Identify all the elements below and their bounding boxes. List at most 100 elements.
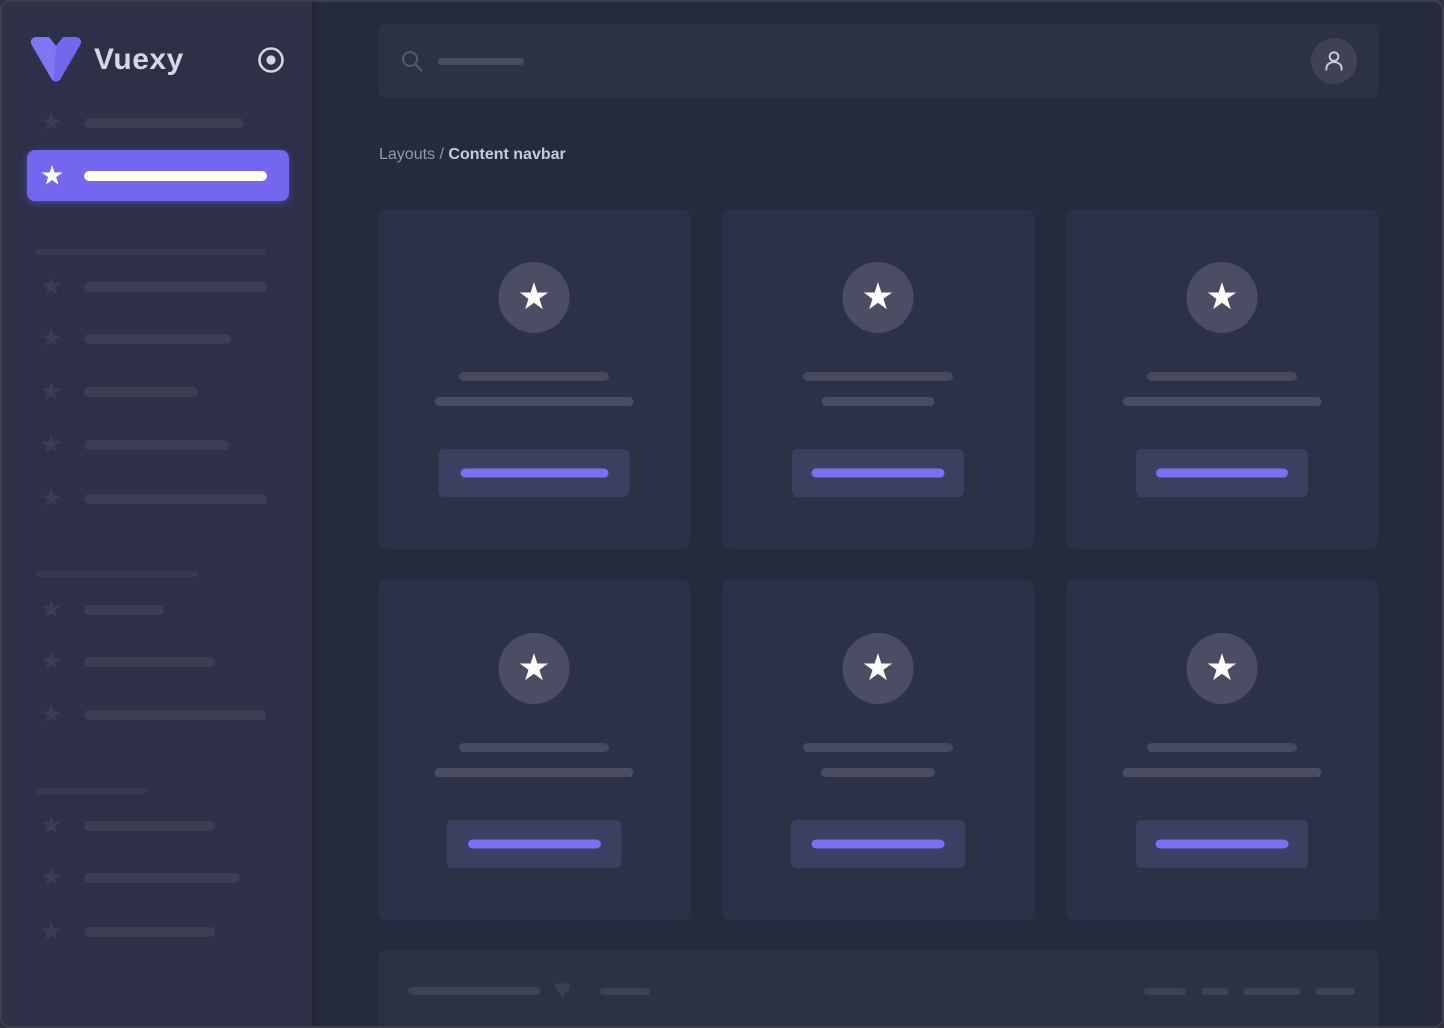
card-text-skeleton <box>1123 768 1322 777</box>
card-action-button[interactable] <box>1136 820 1308 868</box>
sidebar-item-active[interactable]: ★ <box>27 150 289 201</box>
star-icon: ★ <box>40 920 62 945</box>
card-action-button[interactable] <box>792 449 964 497</box>
sidebar-item-label-skeleton <box>84 605 164 615</box>
demo-card: ★ <box>722 580 1034 920</box>
sidebar-item[interactable]: ★ <box>2 648 312 676</box>
star-icon: ★ <box>40 598 62 623</box>
card-avatar: ★ <box>1187 633 1258 704</box>
person-icon <box>1321 48 1347 74</box>
footer-text-skeleton <box>408 987 540 995</box>
app-window: Vuexy ★ ★ ★ ★ ★ ★ <box>0 0 1444 1028</box>
demo-card: ★ <box>722 209 1034 549</box>
sidebar-item[interactable]: ★ <box>2 325 312 353</box>
heart-icon: ♥ <box>554 976 571 1005</box>
sidebar-item-label-skeleton <box>84 282 267 292</box>
footer-link-skeleton <box>1243 988 1300 995</box>
star-icon: ★ <box>40 650 62 675</box>
star-icon: ★ <box>517 278 550 315</box>
button-label-skeleton <box>468 840 601 849</box>
sidebar-item-label-skeleton <box>84 171 267 181</box>
sidebar-item-label-skeleton <box>84 387 198 397</box>
star-icon: ★ <box>861 278 894 315</box>
star-icon: ★ <box>40 703 62 728</box>
card-text-skeleton <box>822 397 935 406</box>
sidebar-item-label-skeleton <box>84 118 244 128</box>
breadcrumb: Layouts / Content navbar <box>379 146 566 164</box>
breadcrumb-parent-link[interactable]: Layouts <box>379 146 435 163</box>
star-icon: ★ <box>40 866 62 891</box>
card-title-skeleton <box>803 743 953 752</box>
card-action-button[interactable] <box>1136 449 1308 497</box>
card-avatar: ★ <box>499 633 570 704</box>
star-icon: ★ <box>40 814 62 839</box>
sidebar-item[interactable]: ★ <box>2 485 312 513</box>
star-icon: ★ <box>40 111 62 136</box>
card-action-button[interactable] <box>439 449 630 497</box>
card-title-skeleton <box>803 372 953 381</box>
footer-link-skeleton <box>1144 988 1186 995</box>
star-icon: ★ <box>40 380 62 405</box>
card-action-button[interactable] <box>791 820 965 868</box>
footer-text-skeleton <box>600 988 650 995</box>
star-icon: ★ <box>40 327 62 352</box>
card-text-skeleton <box>435 397 634 406</box>
search-input[interactable] <box>378 24 978 98</box>
sidebar-item[interactable]: ★ <box>2 918 312 946</box>
sidebar-item-label-skeleton <box>84 873 240 883</box>
sidebar-item-label-skeleton <box>84 657 215 667</box>
footer-link-skeleton <box>1201 988 1229 995</box>
footer-link-skeleton <box>1316 988 1355 995</box>
footer-bar: ♥ <box>378 950 1378 1028</box>
breadcrumb-separator: / <box>435 146 448 163</box>
sidebar-item-label-skeleton <box>84 821 215 831</box>
card-avatar: ★ <box>499 262 570 333</box>
sidebar-item[interactable]: ★ <box>2 596 312 624</box>
sidebar-item-label-skeleton <box>84 334 231 344</box>
sidebar: Vuexy ★ ★ ★ ★ ★ ★ <box>2 2 312 1026</box>
star-icon: ★ <box>517 649 550 686</box>
star-icon: ★ <box>40 162 64 189</box>
search-placeholder-skeleton <box>438 58 524 65</box>
logo-link[interactable]: Vuexy <box>30 34 184 86</box>
breadcrumb-current: Content navbar <box>448 146 565 163</box>
star-icon: ★ <box>40 433 62 458</box>
sidebar-item[interactable]: ★ <box>2 109 312 137</box>
card-title-skeleton <box>459 372 609 381</box>
star-icon: ★ <box>1205 278 1238 315</box>
card-avatar: ★ <box>843 633 914 704</box>
card-title-skeleton <box>1147 372 1297 381</box>
card-action-button[interactable] <box>447 820 622 868</box>
sidebar-item[interactable]: ★ <box>2 701 312 729</box>
sidebar-item[interactable]: ★ <box>2 812 312 840</box>
sidebar-item[interactable]: ★ <box>2 273 312 301</box>
sidebar-item[interactable]: ★ <box>2 431 312 459</box>
demo-card: ★ <box>378 580 690 920</box>
sidebar-section-heading-skeleton <box>35 788 147 794</box>
card-text-skeleton <box>821 768 935 777</box>
radio-circle-icon[interactable] <box>256 45 286 75</box>
button-label-skeleton <box>812 840 945 849</box>
top-navbar <box>378 24 1378 98</box>
sidebar-item-label-skeleton <box>84 440 229 450</box>
main-content: Layouts / Content navbar ★ ★ ★ <box>312 2 1444 1026</box>
sidebar-section-heading-skeleton <box>35 249 266 255</box>
demo-card: ★ <box>1066 209 1378 549</box>
card-avatar: ★ <box>1187 262 1258 333</box>
sidebar-item-label-skeleton <box>84 494 267 504</box>
sidebar-item[interactable]: ★ <box>2 864 312 892</box>
card-title-skeleton <box>459 743 609 752</box>
sidebar-section-heading-skeleton <box>35 571 198 577</box>
sidebar-item-label-skeleton <box>84 710 266 720</box>
sidebar-item[interactable]: ★ <box>2 378 312 406</box>
user-avatar-button[interactable] <box>1311 38 1357 84</box>
demo-card: ★ <box>378 209 690 549</box>
card-text-skeleton <box>1123 397 1322 406</box>
star-icon: ★ <box>1205 649 1238 686</box>
star-icon: ★ <box>40 487 62 512</box>
magnifier-icon <box>400 49 424 73</box>
vuexy-v-icon <box>30 35 82 85</box>
star-icon: ★ <box>40 275 62 300</box>
star-icon: ★ <box>861 649 894 686</box>
card-title-skeleton <box>1147 743 1297 752</box>
